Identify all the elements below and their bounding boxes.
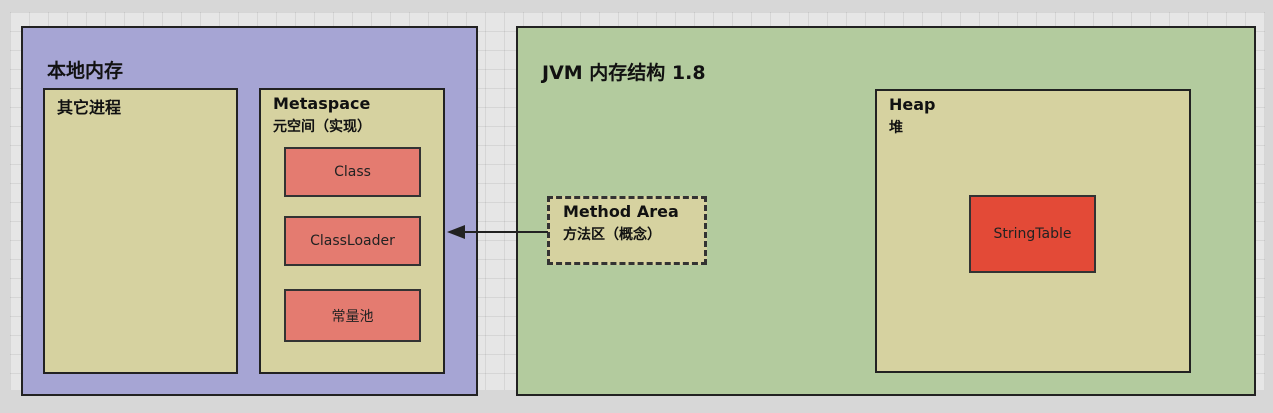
- string-table-box: StringTable: [969, 195, 1096, 273]
- classloader-item: ClassLoader: [284, 216, 421, 266]
- method-area-title: Method Area: [563, 202, 679, 221]
- metaspace-subtitle: 元空间（实现）: [273, 119, 371, 135]
- heap-title: Heap: [889, 95, 936, 114]
- native-memory-title: 本地内存: [47, 60, 124, 82]
- class-item: Class: [284, 147, 421, 197]
- constant-pool-item: 常量池: [284, 289, 421, 342]
- other-process-label: 其它进程: [57, 98, 122, 117]
- other-process-box: 其它进程: [43, 88, 238, 374]
- method-area-to-metaspace-arrow: [447, 225, 548, 239]
- method-area-box: Method Area 方法区（概念）: [547, 196, 707, 265]
- metaspace-title: Metaspace: [273, 94, 371, 113]
- heap-subtitle: 堆: [889, 120, 903, 136]
- method-area-subtitle: 方法区（概念）: [563, 227, 661, 243]
- jvm-memory-title: JVM 内存结构 1.8: [542, 62, 706, 84]
